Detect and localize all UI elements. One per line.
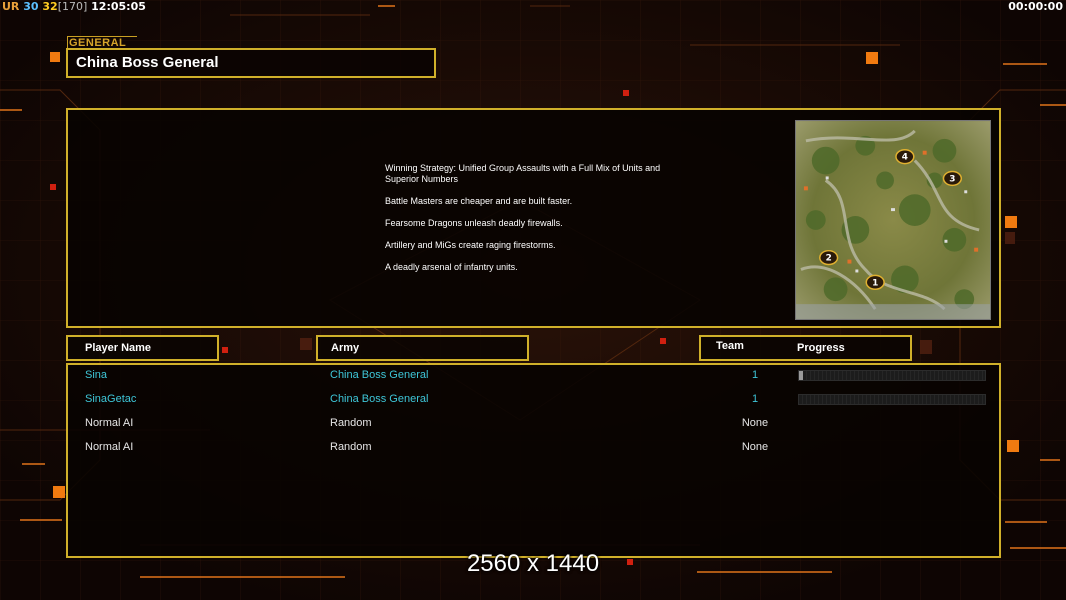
header-team: Team: [716, 340, 744, 352]
player-name: SinaGetac: [85, 393, 137, 405]
description-line: Fearsome Dragons unleash deadly firewall…: [385, 218, 563, 228]
resolution-label: 2560 x 1440: [466, 550, 600, 577]
start-position-1: 1: [872, 278, 878, 288]
player-name: Normal AI: [85, 441, 134, 453]
ur-label: UR: [2, 0, 20, 13]
player-team: 1: [751, 393, 759, 405]
loading-progress-bar: [798, 394, 986, 405]
description-line: Battle Masters are cheaper and are built…: [385, 196, 573, 206]
player-army: Random: [330, 417, 372, 429]
description-line: Winning Strategy: Unified Group Assaults…: [385, 163, 661, 184]
player-team: None: [741, 417, 769, 429]
player-team: 1: [751, 369, 759, 381]
header-army: Army: [316, 335, 529, 361]
game-timer: 00:00:00: [1008, 0, 1063, 13]
header-player-name: Player Name: [66, 335, 219, 361]
player-army: Random: [330, 441, 372, 453]
general-description: Winning Strategy: Unified Group Assaults…: [385, 163, 715, 284]
player-row: Normal AI Random None: [68, 415, 999, 431]
system-clock: 12:05:05: [91, 0, 146, 13]
general-name: China Boss General: [66, 48, 436, 78]
progress-fill: [799, 371, 803, 380]
hud-stats: UR 30 32[170] 12:05:05: [2, 0, 146, 14]
description-line: Artillery and MiGs create raging firesto…: [385, 240, 556, 250]
player-row: Sina China Boss General 1: [68, 367, 999, 383]
player-row: Normal AI Random None: [68, 439, 999, 455]
hud-value-a: 30: [23, 0, 39, 13]
player-army: China Boss General: [330, 369, 429, 381]
players-list: Sina China Boss General 1 SinaGetac Chin…: [66, 363, 1001, 558]
start-position-4: 4: [902, 153, 908, 163]
player-name: Normal AI: [85, 417, 134, 429]
header-progress: Progress: [797, 342, 845, 354]
start-position-2: 2: [826, 254, 832, 264]
player-name: Sina: [85, 369, 108, 381]
player-team: None: [741, 441, 769, 453]
hud-value-b: 32: [42, 0, 58, 13]
description-line: A deadly arsenal of infantry units.: [385, 262, 518, 272]
map-preview: 1 2 3 4: [795, 120, 991, 320]
start-position-3: 3: [949, 174, 955, 184]
general-section-label: GENERAL: [67, 36, 137, 49]
header-team-progress: Team Progress: [699, 335, 912, 361]
player-army: China Boss General: [330, 393, 429, 405]
loading-progress-bar: [798, 370, 986, 381]
hud-value-c: [170]: [57, 0, 88, 13]
general-description-panel: Winning Strategy: Unified Group Assaults…: [66, 108, 1001, 328]
player-row: SinaGetac China Boss General 1: [68, 391, 999, 407]
